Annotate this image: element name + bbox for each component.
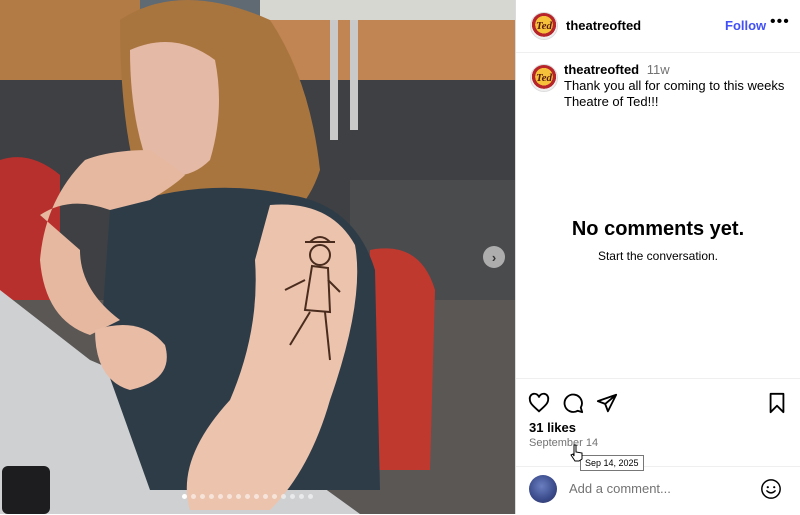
carousel-dot[interactable] — [254, 494, 259, 499]
likes-count[interactable]: 31 likes — [529, 420, 576, 435]
carousel-dot[interactable] — [209, 494, 214, 499]
caption-username[interactable]: theatreofted — [564, 62, 639, 77]
share-icon[interactable] — [596, 392, 618, 414]
carousel-dot[interactable] — [281, 494, 286, 499]
carousel-dot[interactable] — [227, 494, 232, 499]
post-side-panel: Ted theatreofted Follow ••• Ted theatreo… — [515, 0, 800, 514]
carousel-dot[interactable] — [200, 494, 205, 499]
carousel-dot[interactable] — [263, 494, 268, 499]
caption-avatar[interactable]: Ted — [530, 64, 558, 92]
caption-time[interactable]: 11w — [647, 62, 670, 77]
viewer-avatar — [529, 475, 557, 503]
post-header: Ted theatreofted Follow ••• — [516, 0, 800, 53]
next-arrow-icon: › — [491, 249, 497, 265]
author-username[interactable]: theatreofted — [566, 18, 641, 33]
date-tooltip: Sep 14, 2025 — [580, 455, 644, 471]
more-icon[interactable]: ••• — [770, 13, 790, 31]
follow-button[interactable]: Follow — [725, 18, 766, 33]
author-avatar[interactable]: Ted — [530, 12, 558, 40]
caption-body: theatreofted 11w Thank you all for comin… — [564, 62, 794, 110]
caption-text: Thank you all for coming to this weeks T… — [564, 78, 785, 109]
carousel-dot[interactable] — [182, 494, 187, 499]
post-actions: 31 likes September 14 — [516, 378, 800, 467]
carousel-dot[interactable] — [245, 494, 250, 499]
no-comments-title: No comments yet. — [571, 218, 745, 240]
carousel-dot[interactable] — [290, 494, 295, 499]
carousel-dots — [182, 494, 313, 499]
hand-cursor-icon — [570, 444, 583, 462]
carousel-dot[interactable] — [218, 494, 223, 499]
heart-icon[interactable] — [528, 392, 550, 414]
bookmark-icon[interactable] — [766, 392, 788, 414]
post-photo[interactable]: › — [0, 0, 515, 514]
comment-bar — [516, 466, 800, 515]
carousel-dot[interactable] — [191, 494, 196, 499]
no-comments: No comments yet. Start the conversation. — [516, 218, 800, 263]
carousel-dot[interactable] — [308, 494, 313, 499]
carousel-dot[interactable] — [236, 494, 241, 499]
comment-input[interactable] — [567, 480, 751, 497]
carousel-dot[interactable] — [299, 494, 304, 499]
emoji-icon[interactable] — [760, 478, 782, 500]
next-slide-button[interactable]: › — [483, 246, 505, 268]
post-date[interactable]: September 14 — [529, 437, 598, 449]
carousel-dot[interactable] — [272, 494, 277, 499]
comment-icon[interactable] — [562, 392, 584, 414]
photo-scene — [0, 0, 515, 514]
no-comments-subtitle: Start the conversation. — [597, 249, 719, 263]
